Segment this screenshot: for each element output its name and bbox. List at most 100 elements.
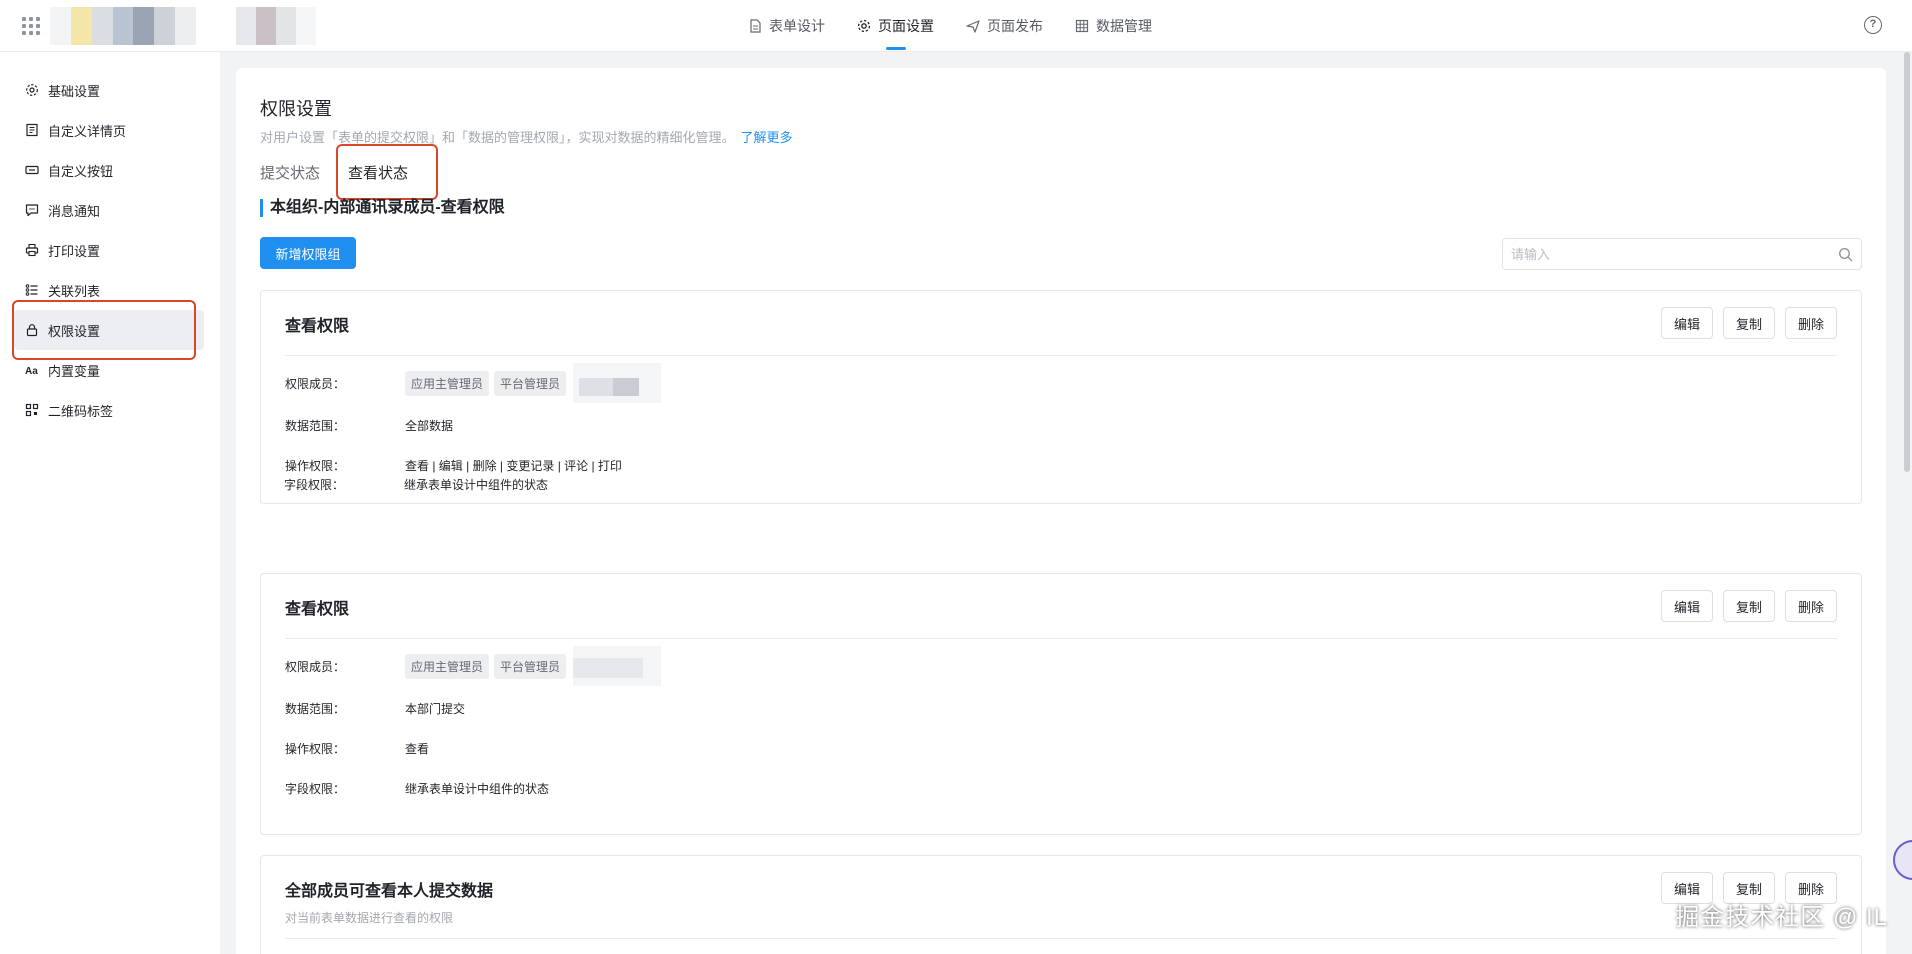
copy-button[interactable]: 复制	[1723, 307, 1775, 339]
description-text: 对用户设置「表单的提交权限」和「数据的管理权限」，实现对数据的精细化管理。	[260, 130, 735, 145]
learn-more-link[interactable]: 了解更多	[741, 130, 793, 145]
sidebar-item-label: 内置变量	[48, 363, 101, 379]
add-permission-group-button[interactable]: 新增权限组	[260, 237, 356, 269]
sidebar-item-custom-detail[interactable]: 自定义详情页	[14, 110, 204, 150]
gear-icon	[857, 19, 871, 33]
page-scrollbar[interactable]	[1904, 52, 1910, 472]
floating-assistant-button[interactable]	[1893, 840, 1912, 880]
field-permission-value: 继承表单设计中组件的状态	[405, 781, 550, 796]
permission-group-title: 查看权限	[285, 318, 350, 335]
send-icon	[966, 20, 980, 33]
permission-group-subtitle: 对当前表单数据进行查看的权限	[285, 911, 454, 925]
sidebar-item-custom-button[interactable]: 自定义按钮	[14, 150, 204, 190]
divider	[285, 355, 1837, 356]
watermark: 掘金技术社区 @ IL	[1675, 904, 1888, 931]
redacted-member-tag	[573, 363, 662, 403]
sidebar-item-label: 打印设置	[48, 243, 101, 259]
text-icon: Aa	[25, 366, 38, 377]
edit-button[interactable]: 编辑	[1661, 590, 1713, 622]
list-icon	[25, 284, 38, 296]
members-label: 权限成员：	[285, 376, 346, 391]
sidebar-item-label: 关联列表	[48, 283, 101, 299]
page-icon	[26, 123, 38, 137]
delete-button[interactable]: 删除	[1785, 307, 1837, 339]
lock-icon	[26, 324, 38, 337]
gear-icon	[26, 84, 38, 96]
data-range-label: 数据范围：	[285, 701, 346, 716]
data-range-label: 数据范围：	[285, 418, 346, 433]
settings-sidebar: 基础设置 自定义详情页 自定义按钮 消息通知 打印设置 关联列表 权限设置 Aa…	[0, 52, 220, 954]
permission-group-card: 查看权限 编辑 复制 删除 权限成员： 应用主管理员 平台管理员 数据范围： 本…	[260, 573, 1862, 835]
data-range-value: 本部门提交	[405, 701, 466, 716]
permission-group-title: 全部成员可查看本人提交数据	[285, 883, 494, 900]
sidebar-item-print-settings[interactable]: 打印设置	[14, 230, 204, 270]
top-bar: 表单设计 页面设置 页面发布 数据管理 ?	[0, 0, 1912, 52]
search-input[interactable]	[1503, 239, 1823, 269]
sidebar-item-related-list[interactable]: 关联列表	[14, 270, 204, 310]
tab-submit-status[interactable]: 提交状态	[260, 162, 320, 183]
qrcode-icon	[25, 403, 39, 417]
nav-form-design[interactable]: 表单设计	[748, 0, 825, 52]
main-panel: 权限设置 对用户设置「表单的提交权限」和「数据的管理权限」，实现对数据的精细化管…	[236, 68, 1886, 954]
member-tag: 应用主管理员	[405, 653, 490, 679]
sidebar-item-qrcode-label[interactable]: 二维码标签	[14, 390, 204, 430]
copy-button[interactable]: 复制	[1723, 590, 1775, 622]
operation-permission-label: 操作权限：	[285, 741, 346, 756]
permission-group-actions: 编辑 复制 删除	[1661, 590, 1837, 622]
svg-text:Aa: Aa	[25, 366, 38, 377]
document-icon	[750, 19, 761, 33]
data-range-row: 数据范围： 本部门提交	[285, 698, 465, 718]
nav-label: 表单设计	[769, 18, 825, 34]
operation-permission-value: 查看	[405, 741, 430, 756]
app-logo	[50, 7, 197, 45]
sidebar-item-label: 自定义按钮	[48, 163, 114, 179]
table-icon	[1075, 19, 1089, 33]
operation-permission-row: 操作权限： 查看 | 编辑 | 删除 | 变更记录 | 评论 | 打印	[285, 455, 622, 475]
message-icon	[25, 204, 39, 217]
sidebar-item-basic-settings[interactable]: 基础设置	[14, 70, 204, 110]
nav-data-management[interactable]: 数据管理	[1075, 0, 1152, 52]
nav-page-settings[interactable]: 页面设置	[857, 0, 934, 52]
operation-permission-label: 操作权限：	[285, 458, 346, 473]
sidebar-item-label: 自定义详情页	[48, 123, 127, 139]
member-tag: 平台管理员	[494, 653, 567, 679]
field-permission-value: 继承表单设计中组件的状态	[404, 477, 549, 492]
tab-view-status[interactable]: 查看状态	[348, 162, 408, 183]
data-range-row: 数据范围： 全部数据	[285, 415, 453, 435]
help-icon[interactable]: ?	[1864, 16, 1882, 34]
nav-label: 页面发布	[987, 18, 1043, 34]
field-permission-row: 字段权限： 继承表单设计中组件的状态	[284, 474, 548, 494]
top-nav: 表单设计 页面设置 页面发布 数据管理	[748, 0, 1184, 52]
nav-label: 页面设置	[878, 18, 934, 34]
sidebar-item-label: 权限设置	[48, 323, 101, 339]
search-box	[1502, 238, 1862, 270]
nav-page-publish[interactable]: 页面发布	[966, 0, 1043, 52]
sidebar-item-label: 消息通知	[48, 203, 101, 219]
data-range-value: 全部数据	[405, 418, 454, 433]
field-permission-label: 字段权限：	[284, 477, 345, 492]
field-permission-label: 字段权限：	[285, 781, 346, 796]
sidebar-item-permission-settings[interactable]: 权限设置	[14, 310, 204, 350]
permission-members-row: 权限成员： 应用主管理员 平台管理员	[285, 646, 662, 686]
field-permission-row: 字段权限： 继承表单设计中组件的状态	[285, 778, 549, 798]
search-icon[interactable]	[1838, 247, 1853, 262]
printer-icon	[25, 243, 39, 257]
page-title: 权限设置	[260, 99, 332, 119]
operation-permission-row: 操作权限： 查看	[285, 738, 429, 758]
sidebar-item-notifications[interactable]: 消息通知	[14, 190, 204, 230]
sidebar-item-label: 二维码标签	[48, 403, 114, 419]
permission-members-row: 权限成员： 应用主管理员 平台管理员	[285, 363, 662, 403]
divider	[285, 938, 1837, 939]
page-description: 对用户设置「表单的提交权限」和「数据的管理权限」，实现对数据的精细化管理。 了解更…	[260, 127, 793, 146]
sidebar-item-builtin-variables[interactable]: Aa 内置变量	[14, 350, 204, 390]
edit-button[interactable]: 编辑	[1661, 307, 1713, 339]
app-name	[236, 7, 316, 45]
section-title: 本组织-内部通讯录成员-查看权限	[260, 199, 505, 217]
permission-group-card: 查看权限 编辑 复制 删除 权限成员： 应用主管理员 平台管理员 数据范围： 全…	[260, 290, 1862, 504]
button-icon	[25, 165, 39, 175]
sidebar-item-label: 基础设置	[48, 83, 101, 99]
redacted-member-tag	[573, 646, 662, 686]
apps-grid-icon[interactable]	[22, 17, 40, 35]
delete-button[interactable]: 删除	[1785, 590, 1837, 622]
permission-group-title: 查看权限	[285, 601, 350, 618]
